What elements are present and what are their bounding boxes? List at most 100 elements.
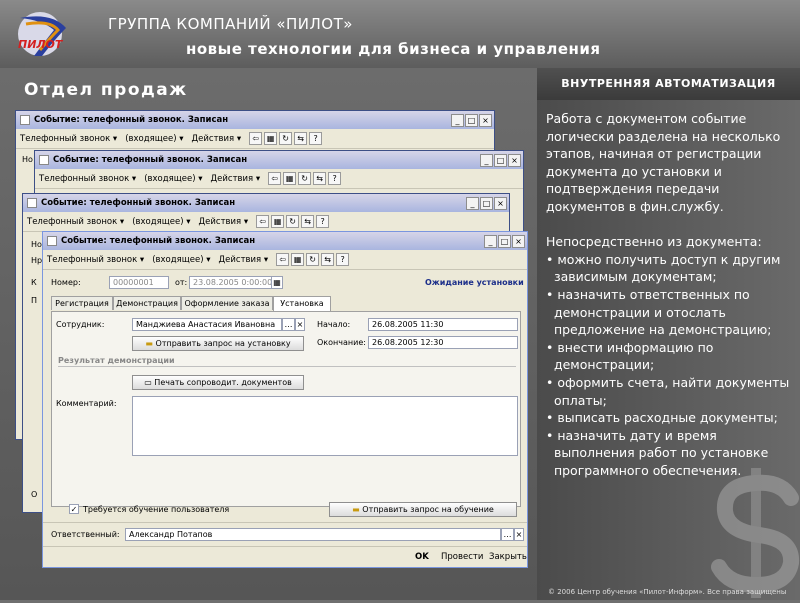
ok-button[interactable]: OK: [415, 552, 429, 562]
svg-text:ПИЛОТ: ПИЛОТ: [18, 38, 64, 51]
actions-menu[interactable]: Действия ▾: [199, 217, 249, 227]
company-name: ГРУППА КОМПАНИЙ «ПИЛОТ»: [108, 15, 353, 33]
actions-menu[interactable]: Действия ▾: [211, 174, 261, 184]
document-window: Событие: телефонный звонок. Записан _ □ × Т…: [42, 231, 528, 568]
end-field[interactable]: 26.08.2005 12:30: [368, 336, 518, 349]
divider: [43, 522, 527, 523]
refresh-icon[interactable]: ↻: [298, 172, 312, 185]
move-icon[interactable]: ⇆: [294, 132, 308, 145]
company-tagline: новые технологии для бизнеса и управлени…: [186, 40, 601, 58]
window-toolbar: Телефонный звонок ▾ (входящее) ▾ Действия …: [16, 129, 494, 149]
number-field[interactable]: 00000001: [109, 276, 169, 289]
minimize-icon[interactable]: _: [484, 234, 497, 248]
header-bar: ПИЛОТ ГРУППА КОМПАНИЙ «ПИЛОТ» новые техн…: [0, 0, 800, 68]
partial-label: Но: [22, 155, 33, 164]
responsible-label: Ответственный:: [51, 530, 120, 539]
table-icon[interactable]: ▦: [264, 132, 278, 145]
arrow-icon[interactable]: ⇦: [268, 172, 282, 185]
maximize-icon[interactable]: □: [498, 234, 511, 248]
clear-icon[interactable]: ×: [295, 318, 305, 331]
close-icon[interactable]: ×: [512, 234, 525, 248]
training-checkbox[interactable]: ✓: [69, 504, 79, 514]
close-icon[interactable]: ×: [494, 196, 507, 210]
close-icon[interactable]: ×: [479, 113, 492, 127]
divider: [58, 366, 516, 367]
calendar-icon[interactable]: ▦: [271, 276, 283, 289]
partial-label: Но: [31, 240, 42, 249]
post-button[interactable]: Провести: [441, 552, 483, 562]
minimize-icon[interactable]: _: [466, 196, 479, 210]
right-panel-text: Работа с документом событие логически ра…: [546, 111, 790, 478]
date-label: от:: [175, 278, 188, 287]
table-icon[interactable]: ▦: [283, 172, 297, 185]
type-menu[interactable]: Телефонный звонок ▾: [20, 134, 117, 144]
employee-field[interactable]: Манджиева Анастасия Ивановна: [132, 318, 282, 331]
tab-panel: Сотрудник: Манджиева Анастасия Ивановна …: [51, 311, 521, 507]
close-icon[interactable]: ×: [508, 153, 521, 167]
minimize-icon[interactable]: _: [480, 153, 493, 167]
type-menu[interactable]: Телефонный звонок ▾: [39, 174, 136, 184]
responsible-field[interactable]: Александр Потапов: [125, 528, 501, 541]
table-icon[interactable]: ▦: [291, 253, 305, 266]
doc-icon: [20, 115, 30, 125]
help-icon[interactable]: ?: [316, 215, 330, 228]
direction-menu[interactable]: (входящее) ▾: [132, 217, 190, 227]
help-icon[interactable]: ?: [328, 172, 342, 185]
tab-installation[interactable]: Установка: [273, 296, 331, 311]
arrow-icon[interactable]: ⇦: [249, 132, 263, 145]
refresh-icon[interactable]: ↻: [279, 132, 293, 145]
window-title: Событие: телефонный звонок. Записан: [53, 155, 248, 165]
comment-textarea[interactable]: [132, 396, 518, 456]
window-titlebar: Событие: телефонный звонок. Записан _ □ ×: [16, 111, 494, 129]
minimize-icon[interactable]: _: [451, 113, 464, 127]
partial-label: К: [31, 278, 37, 287]
divider: [43, 546, 527, 547]
help-icon[interactable]: ?: [309, 132, 323, 145]
refresh-icon[interactable]: ↻: [286, 215, 300, 228]
envelope-icon: ▬: [352, 505, 363, 514]
right-panel: ВНУТРЕННЯЯ АВТОМАТИЗАЦИЯ Работа с докуме…: [537, 68, 800, 600]
move-icon[interactable]: ⇆: [313, 172, 327, 185]
tab-registration[interactable]: Регистрация: [51, 296, 113, 310]
close-button[interactable]: Закрыть: [489, 552, 527, 562]
ellipsis-icon[interactable]: …: [501, 528, 514, 541]
move-icon[interactable]: ⇆: [301, 215, 315, 228]
doc-icon: [39, 155, 49, 165]
number-label: Номер:: [51, 278, 81, 287]
arrow-icon[interactable]: ⇦: [256, 215, 270, 228]
partial-label: О: [31, 490, 38, 499]
window-titlebar: Событие: телефонный звонок. Записан _ □ ×: [35, 151, 523, 169]
direction-menu[interactable]: (входящее) ▾: [125, 134, 183, 144]
maximize-icon[interactable]: □: [494, 153, 507, 167]
tab-order[interactable]: Оформление заказа: [181, 296, 273, 310]
ellipsis-icon[interactable]: …: [282, 318, 295, 331]
clear-icon[interactable]: ×: [514, 528, 524, 541]
envelope-icon: ▬: [145, 339, 156, 348]
demo-result-heading: Результат демонстрации: [58, 356, 175, 365]
table-icon[interactable]: ▦: [271, 215, 285, 228]
tab-bar: Регистрация Демонстрация Оформление зака…: [51, 296, 521, 312]
help-icon[interactable]: ?: [336, 253, 350, 266]
type-menu[interactable]: Телефонный звонок ▾: [47, 255, 144, 265]
send-training-request-button[interactable]: ▬ Отправить запрос на обучение: [329, 502, 517, 517]
arrow-icon[interactable]: ⇦: [276, 253, 290, 266]
maximize-icon[interactable]: □: [465, 113, 478, 127]
actions-menu[interactable]: Действия ▾: [219, 255, 269, 265]
pilot-logo: ПИЛОТ: [18, 12, 66, 56]
partial-label: Нр: [31, 256, 43, 265]
doc-icon: [47, 236, 57, 246]
date-field[interactable]: 23.08.2005 0:00:00: [189, 276, 281, 289]
tab-demonstration[interactable]: Демонстрация: [113, 296, 181, 310]
actions-menu[interactable]: Действия ▾: [192, 134, 242, 144]
doc-icon: [27, 198, 37, 208]
start-field[interactable]: 26.08.2005 11:30: [368, 318, 518, 331]
direction-menu[interactable]: (входящее) ▾: [152, 255, 210, 265]
move-icon[interactable]: ⇆: [321, 253, 335, 266]
send-install-request-button[interactable]: ▬ Отправить запрос на установку: [132, 336, 304, 351]
direction-menu[interactable]: (входящее) ▾: [144, 174, 202, 184]
print-documents-button[interactable]: ▭ Печать сопроводит. документов: [132, 375, 304, 390]
refresh-icon[interactable]: ↻: [306, 253, 320, 266]
maximize-icon[interactable]: □: [480, 196, 493, 210]
printer-icon: ▭: [144, 378, 155, 387]
type-menu[interactable]: Телефонный звонок ▾: [27, 217, 124, 227]
